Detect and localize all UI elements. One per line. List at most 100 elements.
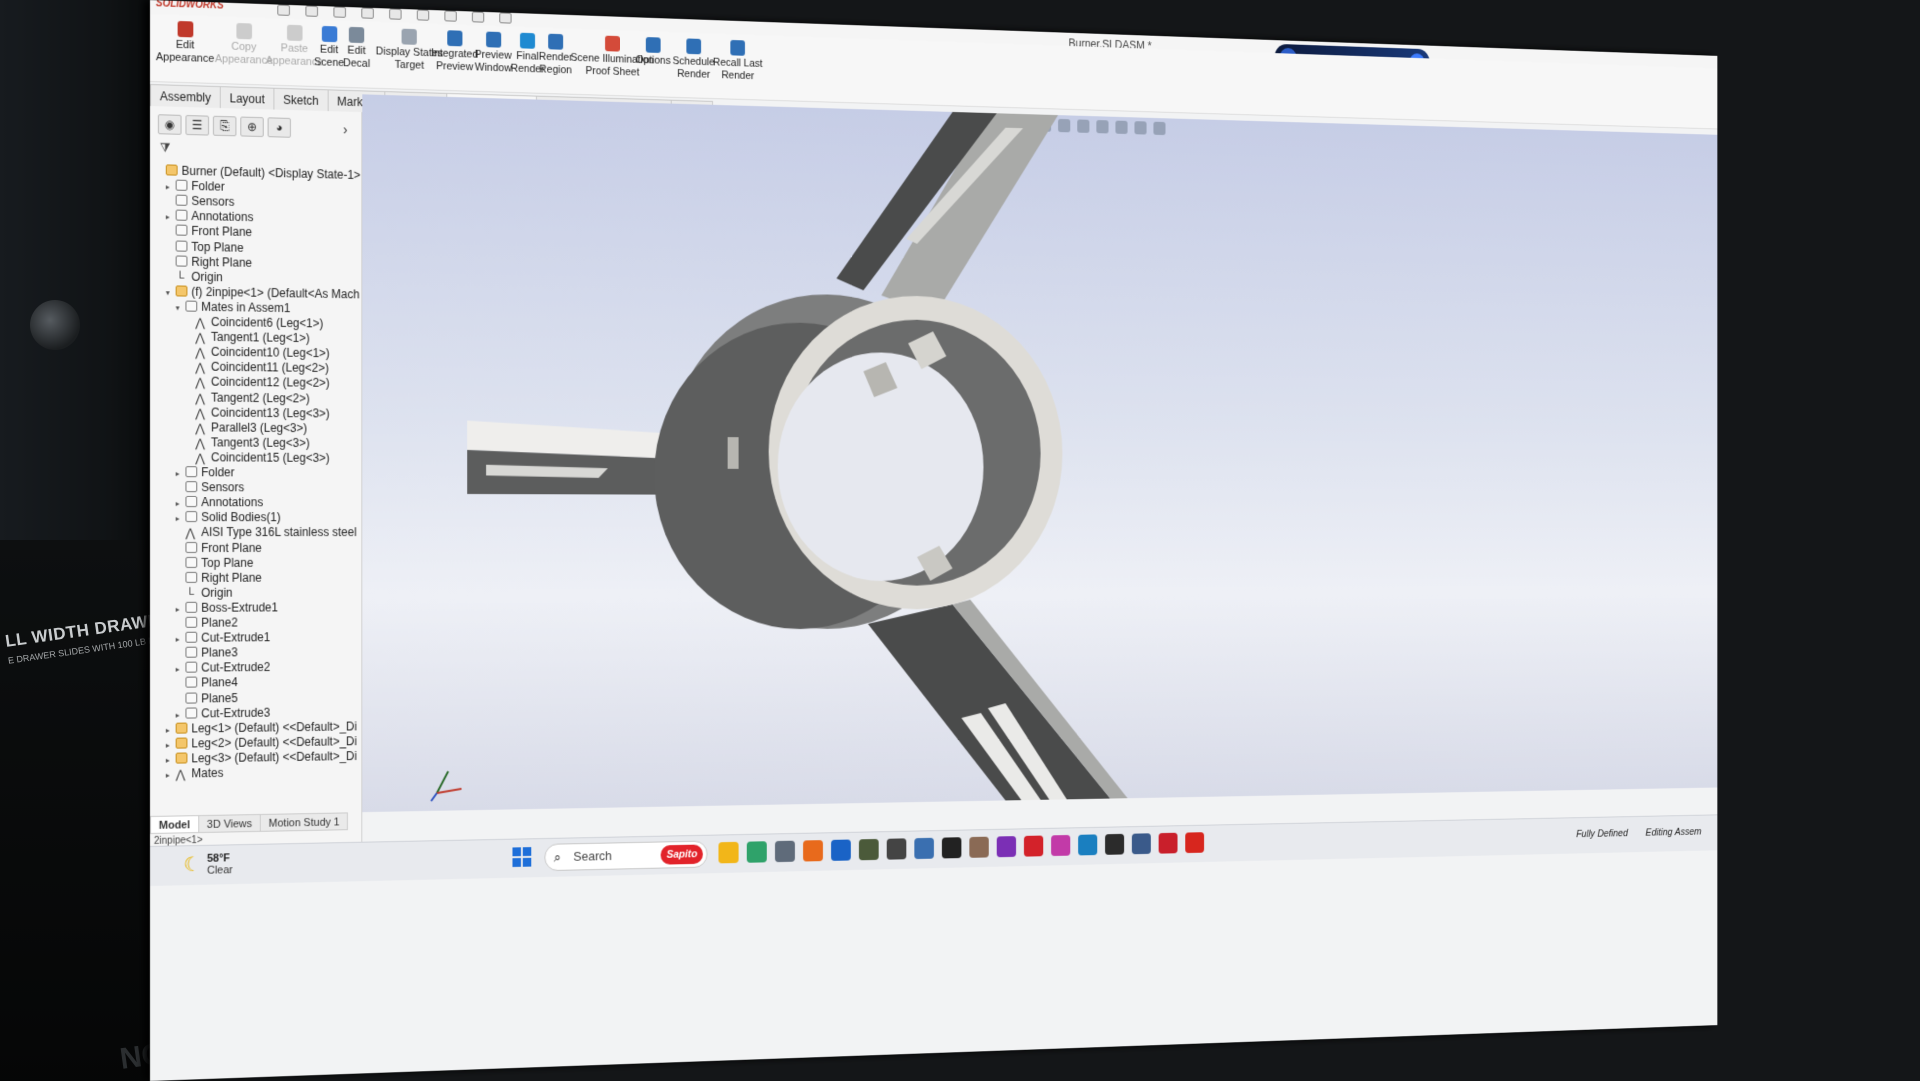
edit-appearance-button[interactable]: Edit Appearance bbox=[156, 20, 214, 66]
filter-icon[interactable]: ⧩ bbox=[160, 140, 171, 155]
tree-item-label: Tangent3 (Leg<3>) bbox=[210, 435, 310, 450]
tree-item[interactable]: Right Plane bbox=[176, 569, 262, 585]
edit-scene-button[interactable]: Edit Scene bbox=[314, 25, 344, 70]
tree-item-label: Origin bbox=[201, 585, 233, 600]
chevron-right-icon[interactable]: ▸ bbox=[166, 768, 176, 784]
tree-item-label: Coincident6 (Leg<1>) bbox=[210, 314, 324, 331]
tab-model[interactable]: Model bbox=[150, 815, 200, 834]
tree-item-label: Annotations bbox=[201, 495, 264, 510]
recall-last-render-button[interactable]: Recall Last Render bbox=[713, 39, 763, 83]
solidworks-icon[interactable] bbox=[1158, 832, 1178, 854]
graphics-viewport[interactable] bbox=[362, 94, 1718, 813]
app-tools-icon[interactable] bbox=[886, 838, 907, 860]
tab-assembly[interactable]: Assembly bbox=[150, 84, 221, 109]
chevron-down-icon[interactable]: ▾ bbox=[176, 300, 186, 316]
firefox-icon[interactable] bbox=[803, 840, 823, 862]
taskbar-search-box[interactable]: ⌕ Search Sapito bbox=[544, 840, 708, 872]
app-red-icon[interactable] bbox=[1023, 835, 1044, 857]
app-photos-icon[interactable] bbox=[969, 836, 989, 858]
windows-taskbar: ☾ 58°F Clear ⌕ Search Sapito Fully Defin… bbox=[150, 814, 1718, 886]
tree-item[interactable]: ⋀ AISI Type 316L stainless steel bbox=[176, 524, 356, 540]
feature-tree: Burner (Default) <Display State-1> ▸ Folde… bbox=[156, 162, 362, 782]
print-icon[interactable] bbox=[361, 7, 374, 19]
feature-icon bbox=[185, 300, 198, 312]
app-gear-icon[interactable] bbox=[858, 838, 879, 861]
app-remote-icon[interactable] bbox=[941, 837, 962, 859]
render-region-button[interactable]: Render Region bbox=[539, 33, 573, 77]
tree-item[interactable]: Plane3 bbox=[176, 645, 238, 661]
file-properties-icon[interactable] bbox=[471, 11, 485, 23]
acrobat-icon[interactable] bbox=[1185, 832, 1205, 854]
property-manager-icon[interactable]: ☰ bbox=[185, 114, 210, 136]
feature-icon bbox=[175, 179, 188, 191]
tab-layout[interactable]: Layout bbox=[219, 86, 275, 110]
edit-decal-icon bbox=[348, 26, 365, 44]
tree-item[interactable]: └ Origin bbox=[176, 585, 233, 601]
open-icon[interactable] bbox=[305, 5, 318, 17]
feature-icon bbox=[185, 661, 198, 673]
tree-item-label: Plane3 bbox=[201, 645, 238, 660]
feature-manager-icon[interactable]: ◉ bbox=[157, 114, 182, 135]
tab-sketch[interactable]: Sketch bbox=[273, 87, 329, 112]
edge-icon[interactable] bbox=[746, 841, 767, 863]
options-button[interactable]: Options bbox=[636, 37, 671, 68]
tree-item[interactable]: ▸ Solid Bodies(1) bbox=[176, 509, 281, 525]
moon-icon: ☾ bbox=[183, 853, 202, 877]
edit-decal-button[interactable]: Edit Decal bbox=[343, 26, 370, 71]
tree-item[interactable]: Sensors bbox=[176, 479, 244, 495]
store-icon[interactable] bbox=[774, 840, 795, 863]
onenote-icon[interactable] bbox=[996, 836, 1017, 858]
tree-item[interactable]: ▸ Boss-Extrude1 bbox=[176, 599, 278, 615]
tree-item[interactable]: Plane4 bbox=[176, 675, 238, 692]
select-icon[interactable] bbox=[416, 9, 430, 21]
chevron-down-icon[interactable]: ▾ bbox=[166, 285, 176, 301]
tab-3d-views[interactable]: 3D Views bbox=[198, 813, 261, 834]
tree-item[interactable]: Plane2 bbox=[176, 615, 238, 631]
tree-item[interactable]: ▸ Cut-Extrude2 bbox=[176, 659, 271, 676]
tree-item[interactable]: Top Plane bbox=[176, 554, 253, 570]
ribbon-label: Window bbox=[474, 61, 512, 75]
chevron-right-icon[interactable]: › bbox=[343, 121, 347, 137]
integrated-preview-button[interactable]: Integrated Preview bbox=[431, 30, 478, 75]
feature-icon bbox=[185, 601, 198, 613]
dimxpert-icon[interactable]: ⊕ bbox=[240, 116, 264, 138]
mate-icon: ⋀ bbox=[175, 767, 186, 782]
undo-icon[interactable] bbox=[389, 8, 402, 20]
tree-item[interactable]: ▸ ⋀ Mates bbox=[166, 765, 224, 782]
tree-item-label: Mates in Assem1 bbox=[201, 299, 291, 315]
tree-item-label: Folder bbox=[191, 179, 225, 194]
app-calc-icon[interactable] bbox=[1078, 834, 1098, 856]
inner-tab-4[interactable] bbox=[727, 437, 739, 469]
display-manager-icon[interactable]: ◕ bbox=[267, 117, 291, 138]
rebuild-icon[interactable] bbox=[444, 10, 457, 22]
outlook-icon[interactable] bbox=[831, 839, 851, 861]
feature-icon bbox=[175, 255, 188, 267]
tree-item[interactable]: ⋀ Coincident15 (Leg<3>) bbox=[185, 449, 329, 466]
app-logo: SOLIDWORKS bbox=[155, 0, 224, 12]
schedule-render-button[interactable]: Schedule Render bbox=[673, 38, 715, 82]
preview-window-button[interactable]: Preview Window bbox=[475, 31, 512, 75]
app-monitor-icon[interactable] bbox=[1131, 833, 1151, 855]
options-gear-icon[interactable] bbox=[499, 12, 512, 24]
search-highlight-badge[interactable]: Sapito bbox=[660, 844, 703, 865]
app-c-icon[interactable] bbox=[1105, 833, 1125, 855]
new-icon[interactable] bbox=[277, 4, 290, 16]
app-disk-icon[interactable] bbox=[914, 837, 934, 860]
weather-widget[interactable]: ☾ 58°F Clear bbox=[184, 851, 233, 877]
tab-motion-study-1[interactable]: Motion Study 1 bbox=[259, 812, 349, 832]
copy-appearance-button[interactable]: Copy Appearance bbox=[215, 22, 273, 68]
tree-item[interactable]: Front Plane bbox=[176, 540, 262, 556]
tree-item[interactable]: ▸ Annotations bbox=[176, 494, 263, 510]
file-explorer-icon[interactable] bbox=[718, 841, 739, 864]
display-states-target-icon bbox=[401, 28, 417, 45]
burner-assembly-model[interactable] bbox=[362, 94, 1717, 812]
ribbon-label: Preview bbox=[436, 60, 474, 74]
app-purple-icon[interactable] bbox=[1051, 834, 1071, 857]
tree-item[interactable]: ▸ Cut-Extrude1 bbox=[176, 629, 271, 646]
save-icon[interactable] bbox=[333, 6, 346, 18]
windows-start-icon[interactable] bbox=[512, 847, 532, 867]
tree-item[interactable]: ▸ Folder bbox=[176, 464, 235, 480]
tree-item[interactable]: Plane5 bbox=[176, 690, 238, 707]
tree-item[interactable]: ▸ Leg<3> (Default) <<Default>_Di bbox=[166, 748, 357, 767]
configuration-manager-icon[interactable]: ⎘ bbox=[212, 115, 237, 137]
